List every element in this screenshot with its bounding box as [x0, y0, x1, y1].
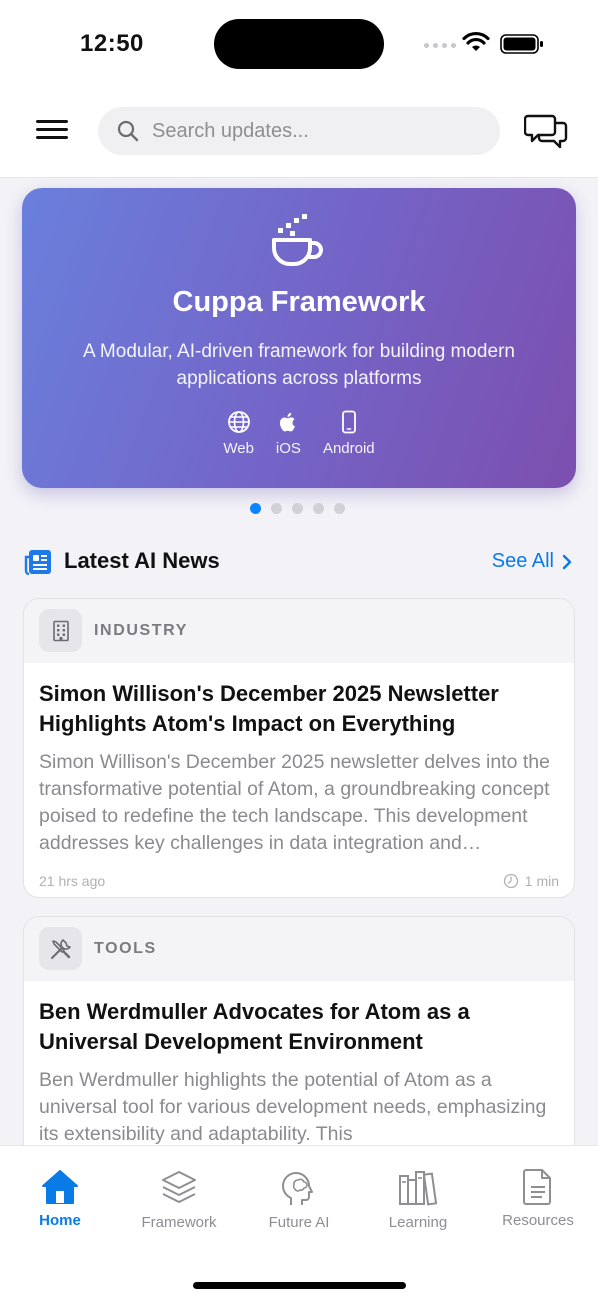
newspaper-icon	[24, 550, 51, 575]
card-category-bar: TOOLS	[24, 917, 574, 981]
news-card[interactable]: TOOLS Ben Werdmuller Advocates for Atom …	[23, 916, 575, 1176]
hamburger-menu-icon[interactable]	[36, 120, 68, 142]
cuppa-logo-icon	[272, 214, 323, 266]
card-category-bar: INDUSTRY	[24, 599, 574, 663]
chevron-right-icon	[562, 554, 572, 569]
clock-icon	[503, 873, 518, 889]
tools-icon	[50, 938, 71, 959]
bottom-tab-bar: Home Framework Future AI Learning Resour…	[0, 1145, 598, 1300]
tab-label: Home	[39, 1212, 81, 1229]
news-description: Simon Willison's December 2025 newslette…	[39, 751, 550, 854]
news-title: Simon Willison's December 2025 Newslette…	[39, 681, 499, 736]
tab-resources[interactable]: Resources	[483, 1168, 593, 1229]
news-title: Ben Werdmuller Advocates for Atom as a U…	[39, 999, 470, 1054]
read-time-label: 1 min	[524, 873, 559, 889]
pager-dot[interactable]	[313, 503, 324, 514]
search-icon	[117, 120, 139, 142]
top-header: Search updates...	[0, 90, 598, 178]
brain-head-icon	[282, 1172, 313, 1205]
news-card[interactable]: INDUSTRY Simon Willison's December 2025 …	[23, 598, 575, 898]
document-icon	[523, 1169, 551, 1205]
news-description: Ben Werdmuller highlights the potential …	[39, 1069, 547, 1145]
platform-android: Android	[323, 410, 375, 457]
category-icon-box	[39, 609, 82, 652]
platform-label: iOS	[275, 440, 301, 457]
carousel-pager	[250, 503, 345, 514]
category-label: TOOLS	[94, 940, 157, 957]
apple-icon	[280, 412, 296, 432]
tab-future-ai[interactable]: Future AI	[244, 1168, 354, 1231]
tab-framework[interactable]: Framework	[124, 1168, 234, 1231]
hero-title: Cuppa Framework	[172, 286, 426, 318]
pager-dot[interactable]	[271, 503, 282, 514]
platform-label: Android	[322, 440, 375, 457]
category-label: INDUSTRY	[94, 622, 188, 639]
search-placeholder: Search updates...	[152, 119, 309, 142]
tab-label: Learning	[388, 1214, 448, 1231]
building-icon	[52, 620, 69, 641]
news-section-header: Latest AI News See All	[24, 544, 576, 580]
home-indicator	[193, 1282, 406, 1289]
see-all-label: See All	[491, 550, 554, 572]
hero-subtitle: A Modular, AI-driven framework for build…	[83, 341, 515, 389]
tab-home[interactable]: Home	[5, 1168, 115, 1229]
tab-label: Future AI	[268, 1214, 330, 1231]
platform-label: Web	[223, 440, 254, 457]
pager-dot[interactable]	[334, 503, 345, 514]
globe-icon	[227, 411, 250, 433]
category-icon-box	[39, 927, 82, 970]
news-time: 21 hrs ago	[39, 873, 106, 889]
section-title: Latest AI News	[64, 548, 220, 573]
chat-bubbles-icon[interactable]	[524, 112, 568, 150]
dynamic-island	[214, 19, 384, 69]
hero-banner[interactable]: Cuppa Framework A Modular, AI-driven fra…	[22, 188, 576, 488]
tab-label: Resources	[502, 1212, 574, 1229]
status-bar: 12:50	[0, 0, 598, 90]
phone-icon	[341, 410, 356, 434]
layers-icon	[162, 1171, 196, 1203]
news-meta: 21 hrs ago 1 min	[24, 863, 574, 897]
battery-icon	[500, 34, 543, 54]
home-icon	[42, 1170, 78, 1204]
platform-web: Web	[223, 410, 254, 457]
pager-dot[interactable]	[292, 503, 303, 514]
platform-ios: iOS	[276, 410, 301, 457]
tab-label: Framework	[141, 1214, 217, 1231]
search-input[interactable]: Search updates...	[98, 107, 500, 155]
see-all-link[interactable]: See All	[492, 550, 572, 573]
status-time: 12:50	[80, 30, 144, 57]
books-icon	[399, 1171, 438, 1206]
tab-learning[interactable]: Learning	[363, 1168, 473, 1231]
pager-dot[interactable]	[250, 503, 261, 514]
platform-list: Web iOS Android	[22, 410, 576, 457]
signal-icon	[424, 43, 456, 48]
wifi-icon	[462, 31, 490, 51]
read-time: 1 min	[503, 873, 559, 889]
